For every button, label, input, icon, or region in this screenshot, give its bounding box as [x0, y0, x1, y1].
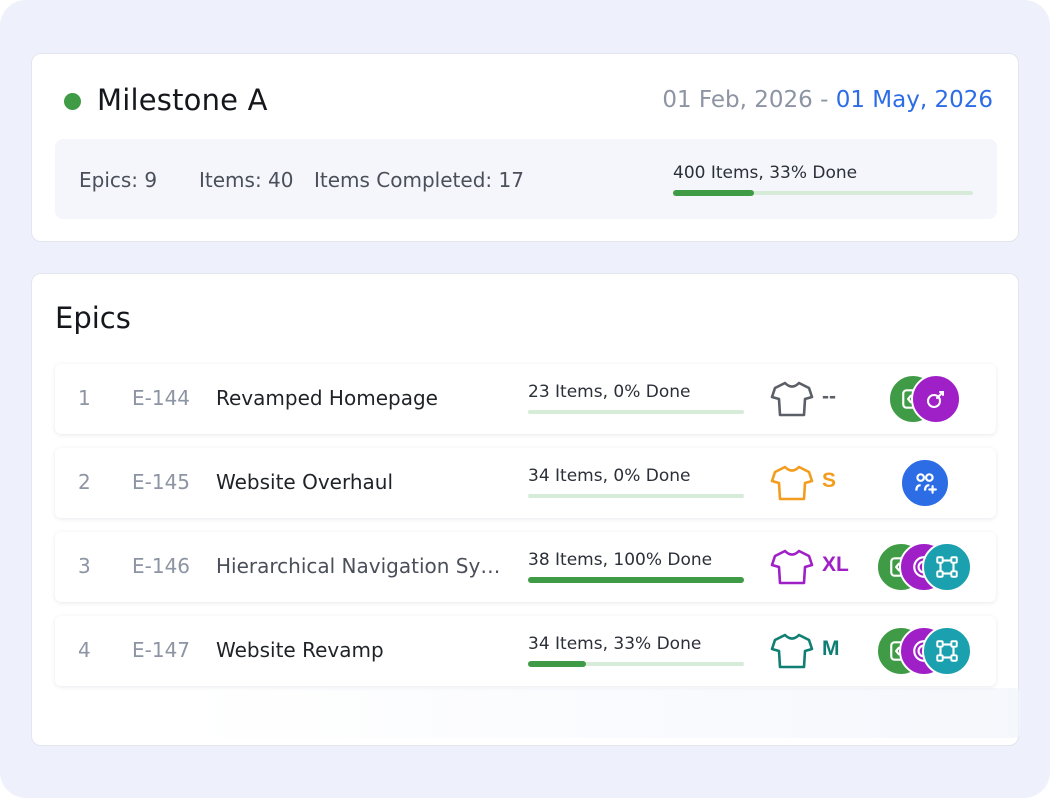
- rocket-icon: [911, 374, 961, 424]
- tshirt-icon: [770, 380, 814, 418]
- vector-icon: [922, 626, 972, 676]
- tshirt-icon: [770, 464, 814, 502]
- milestone-stats-panel: Epics: 9 Items: 40 Items Completed: 17 4…: [55, 139, 997, 219]
- epic-key[interactable]: E-145: [132, 470, 190, 494]
- epic-progress-label: 38 Items, 100% Done: [528, 550, 713, 570]
- start-date: 01 Feb, 2026: [662, 87, 813, 113]
- epic-progress-bar: [528, 410, 744, 414]
- page-background: Milestone A 01 Feb, 2026 - 01 May, 2026 …: [0, 0, 1050, 798]
- milestone-progress-label: 400 Items, 33% Done: [673, 163, 858, 183]
- milestone-card: Milestone A 01 Feb, 2026 - 01 May, 2026 …: [31, 53, 1019, 242]
- epic-name[interactable]: Revamped Homepage: [216, 386, 508, 410]
- epic-progress-bar: [528, 577, 744, 583]
- epics-heading: Epics: [55, 301, 131, 335]
- tshirt-size: S: [822, 469, 837, 492]
- milestone-title: Milestone A: [97, 83, 268, 117]
- epic-progress-fill: [528, 577, 744, 583]
- epic-progress-bar: [528, 494, 744, 498]
- epic-progress-label: 23 Items, 0% Done: [528, 382, 691, 402]
- epic-key[interactable]: E-147: [132, 638, 190, 662]
- status-dot: [64, 93, 81, 110]
- epic-row[interactable]: 3 E-146 Hierarchical Navigation System 3…: [55, 532, 996, 602]
- tshirt-size: --: [822, 385, 836, 408]
- milestone-progress-bar: [673, 190, 973, 196]
- epic-name[interactable]: Website Revamp: [216, 638, 508, 662]
- epic-number: 4: [78, 638, 91, 662]
- epics-card: Epics 1 E-144 Revamped Homepage 23 Items…: [31, 273, 1021, 746]
- epic-progress-label: 34 Items, 0% Done: [528, 466, 691, 486]
- date-separator: -: [812, 87, 836, 113]
- tshirt-size: XL: [822, 553, 849, 576]
- epic-row[interactable]: 4 E-147 Website Revamp 34 Items, 33% Don…: [55, 616, 996, 686]
- tshirt-icon: [770, 548, 814, 586]
- milestone-progress-fill: [673, 190, 754, 196]
- epic-progress-bar: [528, 661, 744, 667]
- stat-items-completed: Items Completed: 17: [314, 168, 524, 192]
- user-add-icon: [900, 458, 950, 508]
- end-date: 01 May, 2026: [835, 87, 993, 113]
- vector-icon: [922, 542, 972, 592]
- stat-epics: Epics: 9: [79, 168, 158, 192]
- epic-key[interactable]: E-144: [132, 386, 190, 410]
- epic-name[interactable]: Hierarchical Navigation System: [216, 554, 508, 578]
- epic-progress-label: 34 Items, 33% Done: [528, 634, 702, 654]
- epic-key[interactable]: E-146: [132, 554, 190, 578]
- milestone-date-range: 01 Feb, 2026 - 01 May, 2026: [662, 87, 993, 113]
- stat-items: Items: 40: [199, 168, 294, 192]
- epic-number: 1: [78, 386, 91, 410]
- tshirt-icon: [770, 632, 814, 670]
- decorative-shade: [176, 688, 1021, 738]
- epic-row[interactable]: 1 E-144 Revamped Homepage 23 Items, 0% D…: [55, 364, 996, 434]
- epic-progress-fill: [528, 661, 587, 667]
- tshirt-size: M: [822, 637, 840, 660]
- epic-number: 2: [78, 470, 91, 494]
- epic-row[interactable]: 2 E-145 Website Overhaul 34 Items, 0% Do…: [55, 448, 996, 518]
- epic-number: 3: [78, 554, 91, 578]
- epic-name[interactable]: Website Overhaul: [216, 470, 508, 494]
